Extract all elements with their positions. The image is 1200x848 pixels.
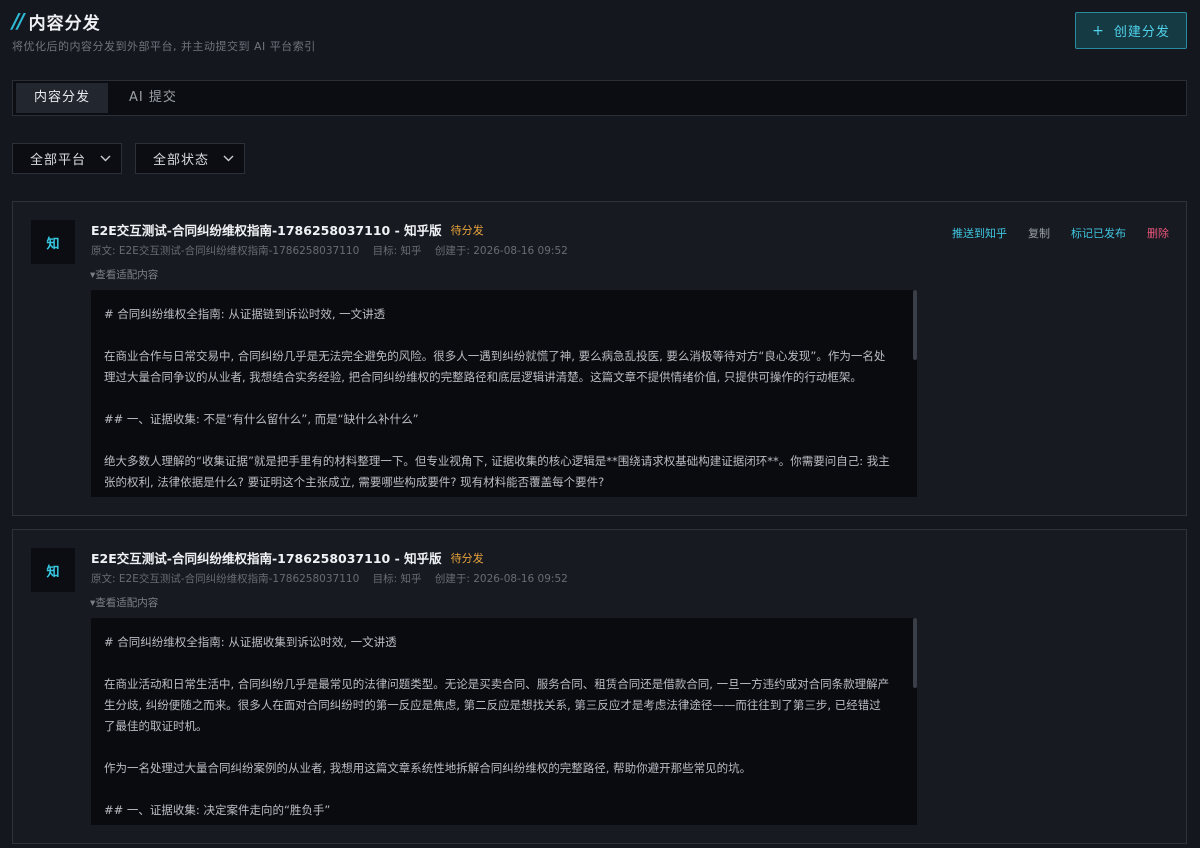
filter-bar: 全部平台 全部状态 (12, 143, 258, 174)
created-time: 创建于: 2026-08-16 09:52 (434, 245, 568, 257)
card-title: E2E交互测试-合同纠纷维权指南-1786258037110 - 知乎版 (91, 551, 442, 566)
plus-icon: + (1092, 22, 1105, 39)
page-header: // 内容分发 将优化后的内容分发到外部平台, 并主动提交到 AI 平台索引 (12, 8, 316, 54)
title-accent-icon: // (12, 9, 25, 33)
card-meta: 原文: E2E交互测试-合同纠纷维权指南-1786258037110 目标: 知… (91, 571, 578, 586)
status-badge: 待分发 (450, 551, 484, 565)
status-badge: 待分发 (450, 223, 484, 237)
view-adapted-content-toggle[interactable]: ▾查看适配内容 (90, 267, 158, 282)
tab-bar: 内容分发 AI 提交 (12, 80, 1187, 116)
platform-filter-value: 全部平台 (30, 153, 87, 168)
chevron-down-icon (223, 155, 234, 162)
original-source: 原文: E2E交互测试-合同纠纷维权指南-1786258037110 (91, 245, 360, 257)
tab-ai-submit[interactable]: AI 提交 (111, 83, 195, 113)
page-subtitle: 将优化后的内容分发到外部平台, 并主动提交到 AI 平台索引 (12, 40, 316, 53)
zhihu-platform-icon: 知 (31, 220, 75, 264)
tab-content-distribution[interactable]: 内容分发 (16, 83, 109, 113)
preview-text: # 合同纠纷维权全指南: 从证据链到诉讼时效, 一文讲透 在商业合作与日常交易中… (104, 307, 890, 489)
page-title: 内容分发 (28, 13, 101, 34)
created-time: 创建于: 2026-08-16 09:52 (434, 573, 568, 585)
original-source: 原文: E2E交互测试-合同纠纷维权指南-1786258037110 (91, 573, 360, 585)
status-filter-value: 全部状态 (153, 153, 210, 168)
card-meta: 原文: E2E交互测试-合同纠纷维权指南-1786258037110 目标: 知… (91, 243, 578, 258)
preview-text: # 合同纠纷维权全指南: 从证据收集到诉讼时效, 一文讲透 在商业活动和日常生活… (104, 635, 890, 817)
zhihu-platform-icon: 知 (31, 548, 75, 592)
create-distribution-button[interactable]: + 创建分发 (1075, 12, 1187, 49)
content-preview[interactable]: # 合同纠纷维权全指南: 从证据收集到诉讼时效, 一文讲透 在商业活动和日常生活… (91, 618, 917, 825)
status-filter-select[interactable]: 全部状态 (135, 143, 246, 174)
preview-scrollbar[interactable] (913, 290, 917, 360)
chevron-down-icon (100, 155, 111, 162)
target-platform: 目标: 知乎 (372, 245, 422, 257)
distribution-card: 知 E2E交互测试-合同纠纷维权指南-1786258037110 - 知乎版 待… (12, 201, 1187, 516)
push-to-zhihu-button[interactable]: 推送到知乎 (952, 225, 1007, 241)
create-distribution-label: 创建分发 (1113, 25, 1170, 40)
copy-button[interactable]: 复制 (1028, 225, 1050, 241)
view-adapted-content-toggle[interactable]: ▾查看适配内容 (90, 595, 158, 610)
content-preview[interactable]: # 合同纠纷维权全指南: 从证据链到诉讼时效, 一文讲透 在商业合作与日常交易中… (91, 290, 917, 497)
preview-scrollbar[interactable] (913, 618, 917, 688)
mark-published-button[interactable]: 标记已发布 (1071, 225, 1126, 241)
distribution-card: 知 E2E交互测试-合同纠纷维权指南-1786258037110 - 知乎版 待… (12, 529, 1187, 844)
platform-filter-select[interactable]: 全部平台 (12, 143, 123, 174)
delete-button[interactable]: 删除 (1147, 225, 1169, 241)
card-actions: 推送到知乎 复制 标记已发布 删除 (931, 225, 1169, 241)
card-title: E2E交互测试-合同纠纷维权指南-1786258037110 - 知乎版 (91, 223, 442, 238)
target-platform: 目标: 知乎 (372, 573, 422, 585)
